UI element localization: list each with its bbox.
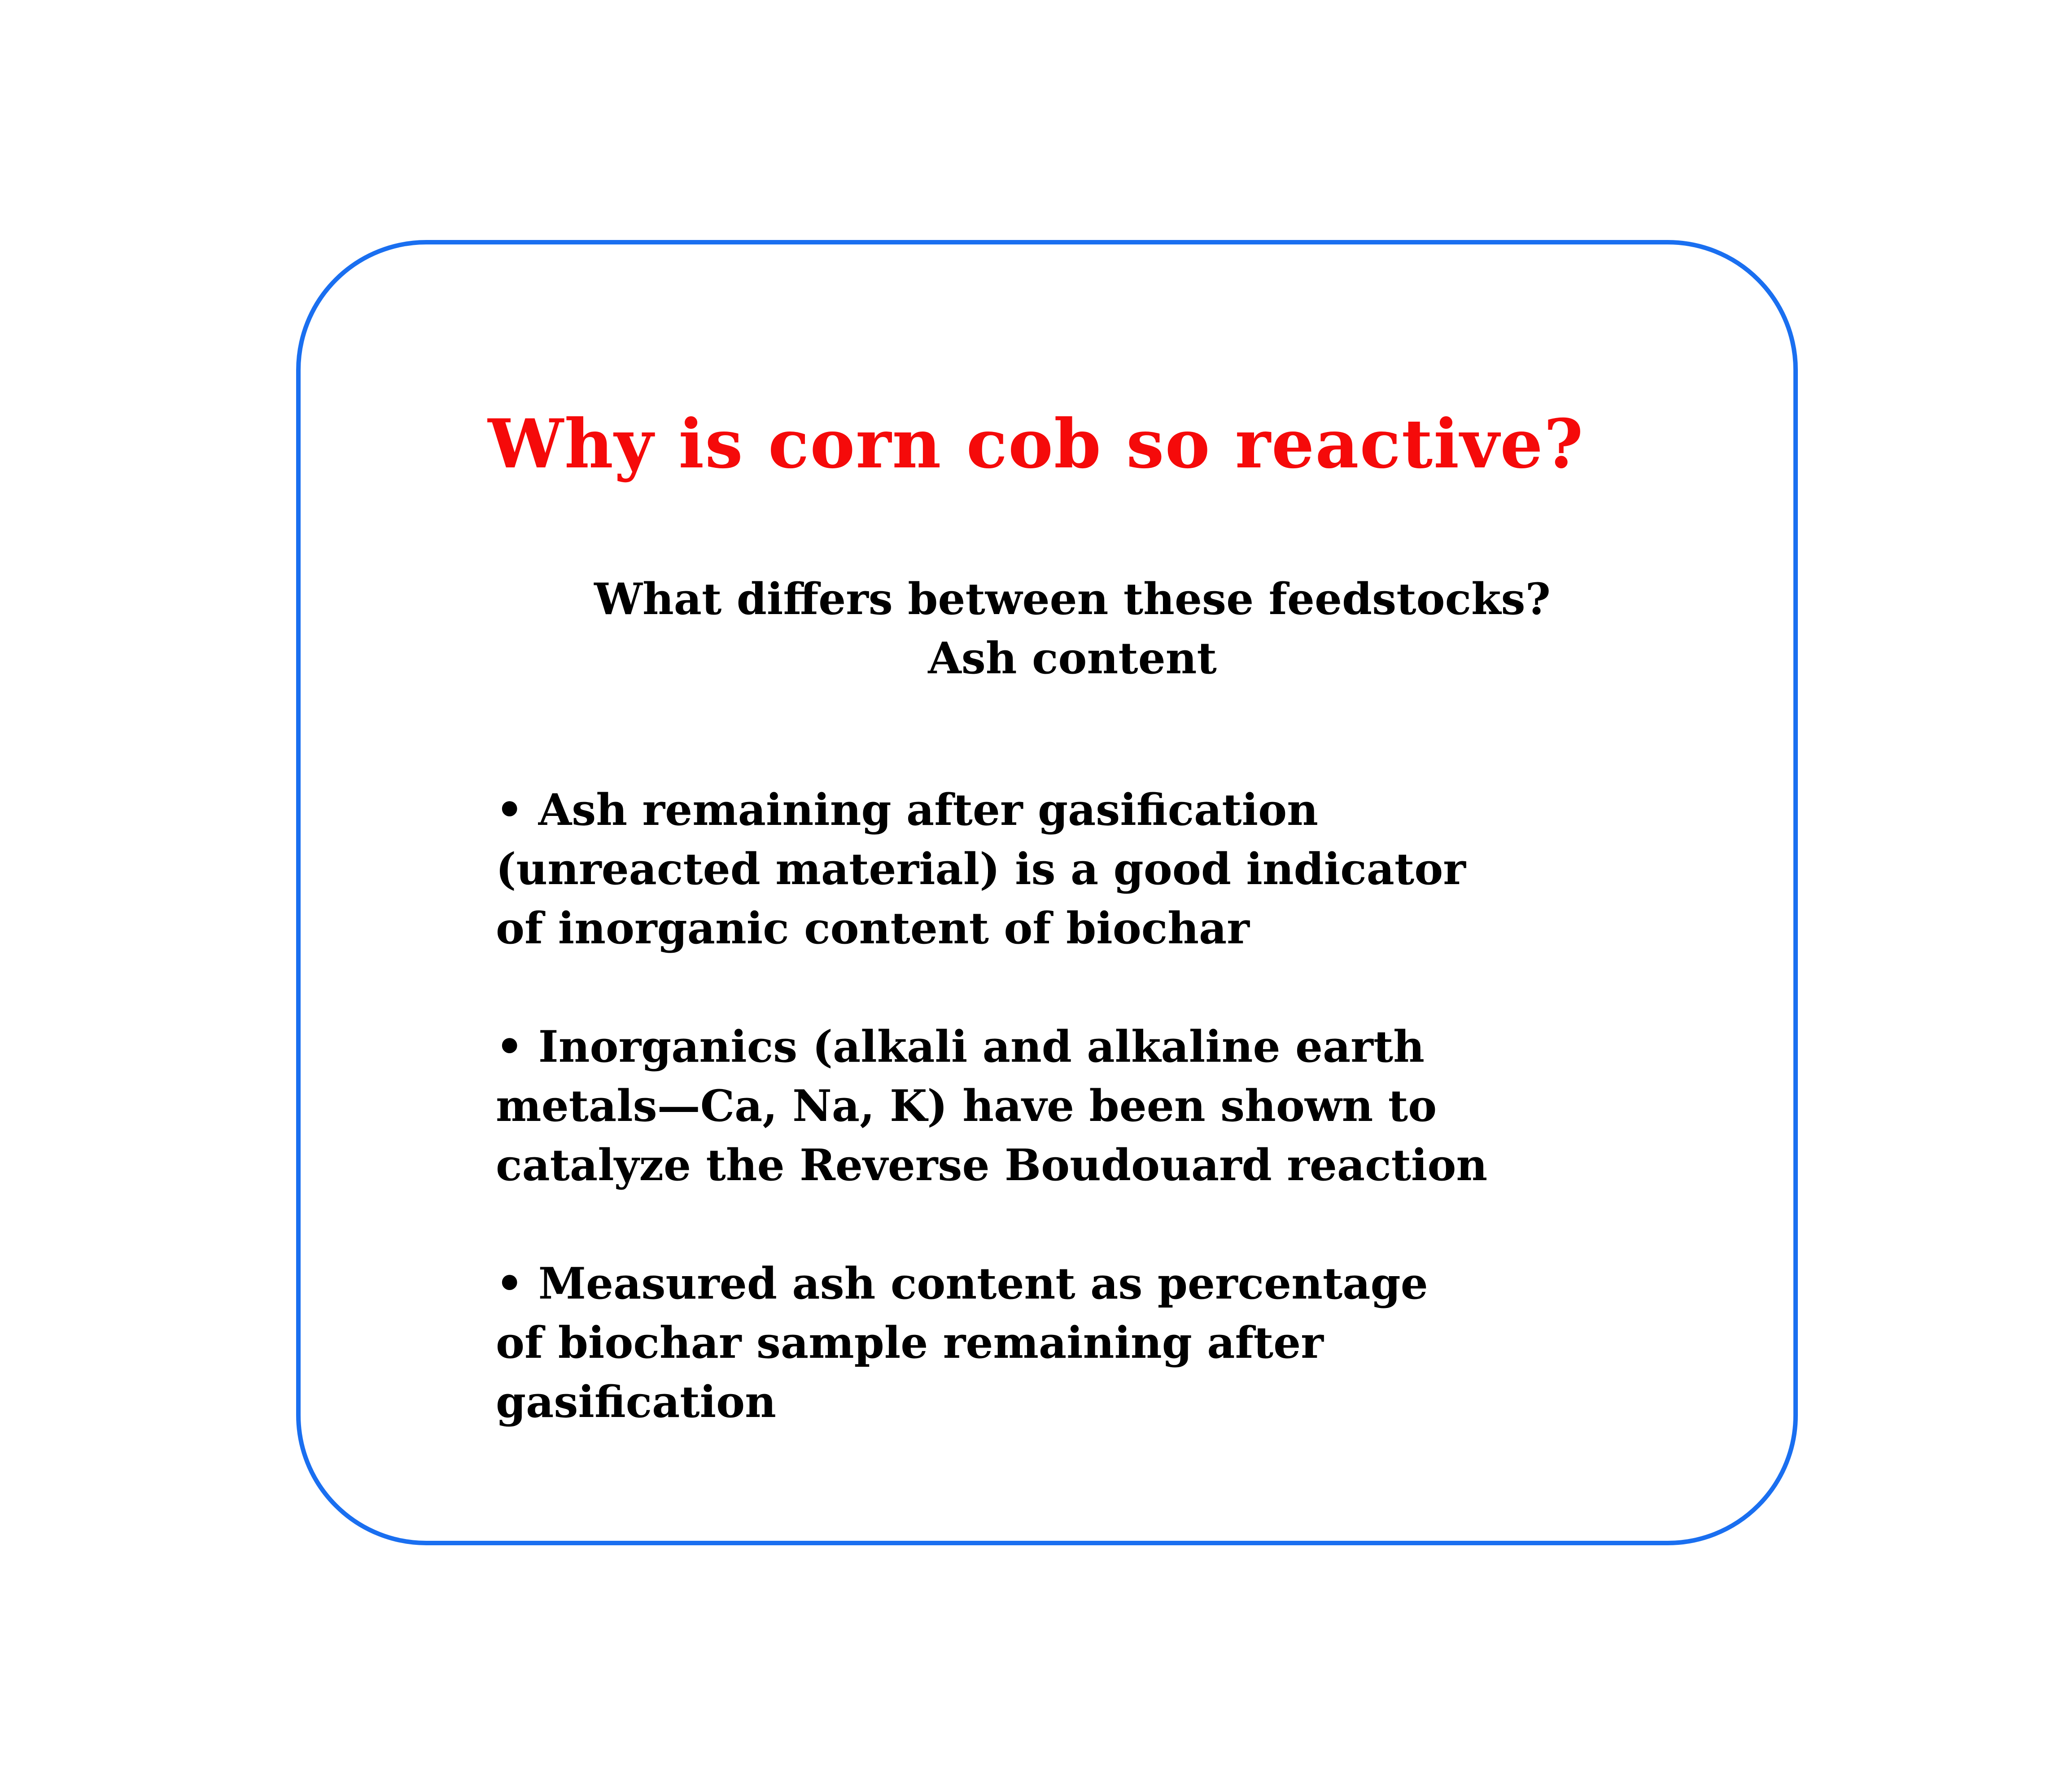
subtitle-block: What differs between these feedstocks? A…: [0, 570, 2072, 688]
bullet-list: • Ash remaining after gasification (unre…: [496, 780, 1707, 1432]
slide-title: Why is corn cob so reactive?: [488, 405, 1584, 484]
bullet-item-inorganics: • Inorganics (alkali and alkaline earth …: [496, 1021, 1488, 1190]
subtitle-question: What differs between these feedstocks?: [594, 574, 1551, 624]
bullet-item-measured-ash: • Measured ash content as percentage of …: [496, 1258, 1428, 1427]
bullet-item-ash-remaining: • Ash remaining after gasification (unre…: [496, 785, 1466, 954]
subtitle-answer: Ash content: [928, 633, 1217, 684]
